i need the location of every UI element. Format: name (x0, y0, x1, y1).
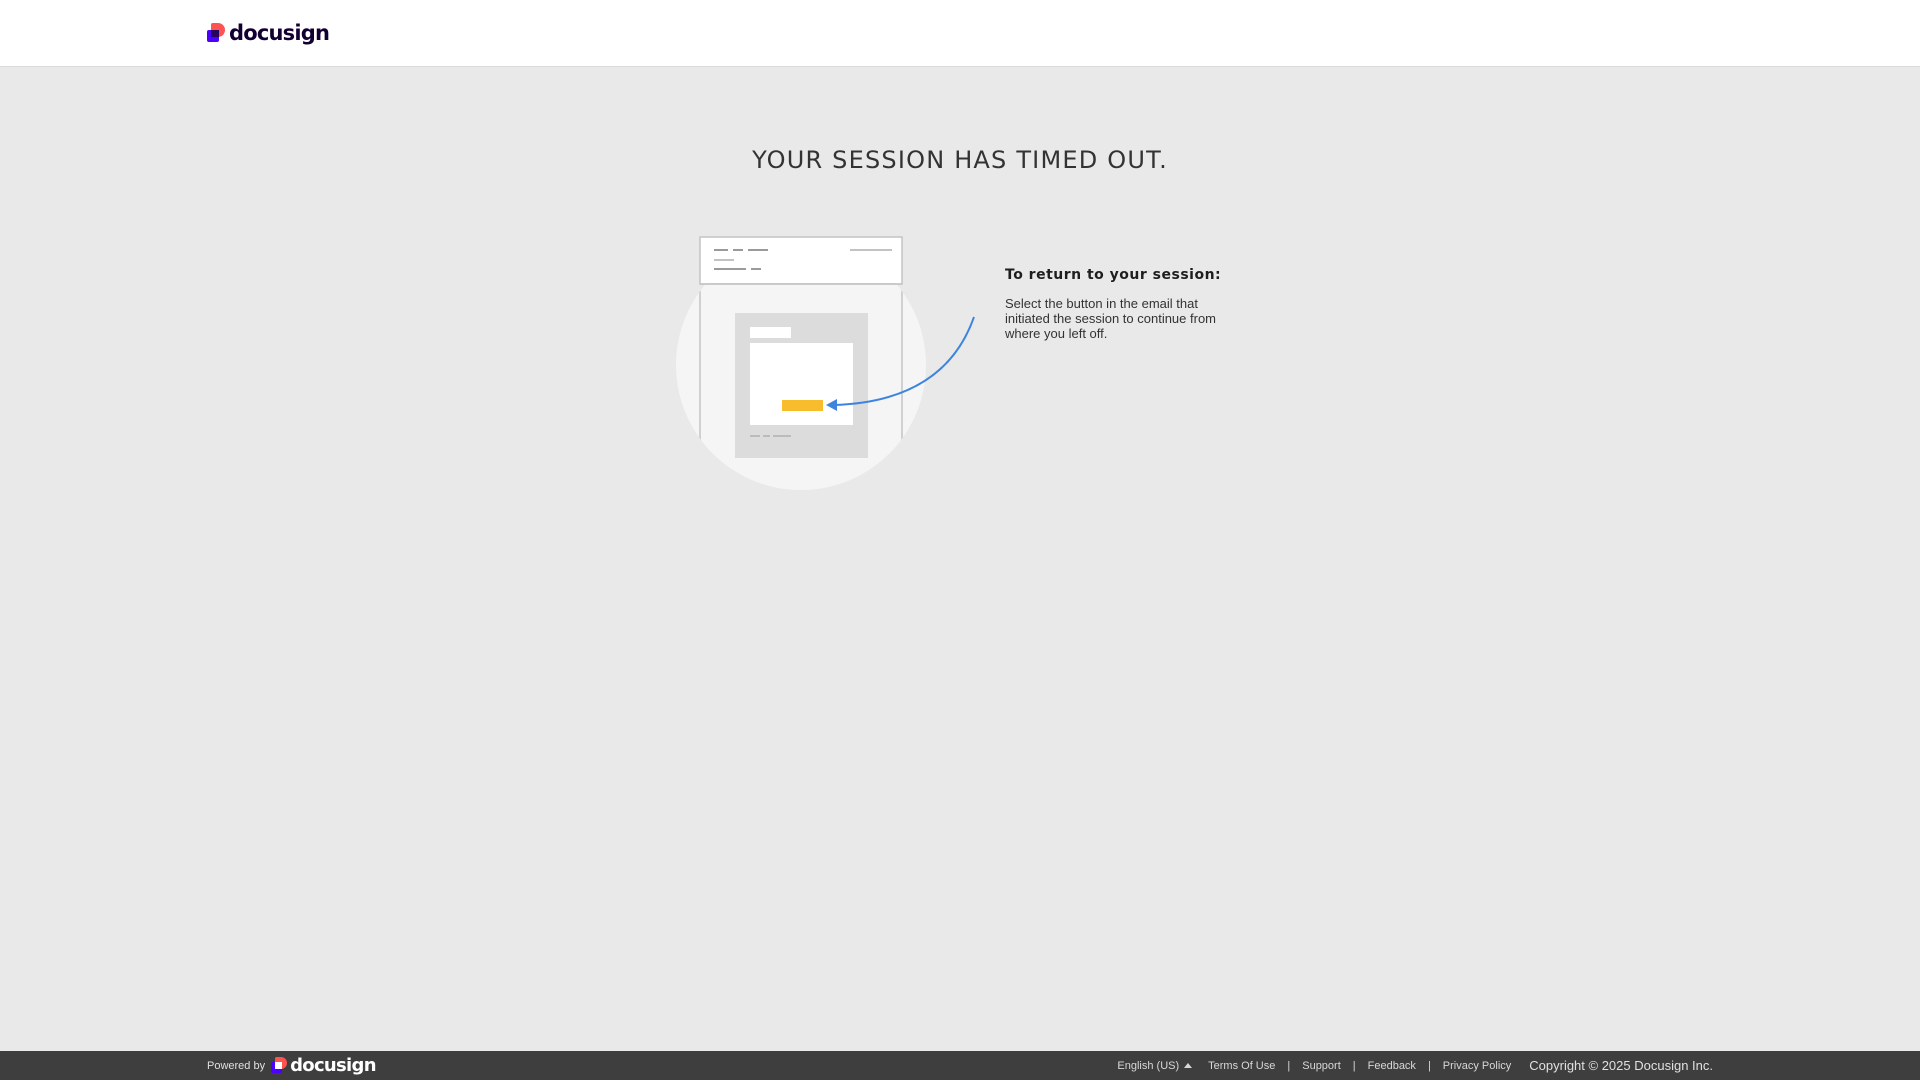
instructions-heading: To return to your session: (1005, 267, 1222, 283)
separator: | (1287, 1059, 1291, 1072)
powered-by-label: Powered by (207, 1059, 266, 1072)
header: docusign (0, 0, 1920, 67)
email-button-highlight (782, 400, 823, 411)
separator: | (1427, 1059, 1431, 1072)
instructions: To return to your session: Select the bu… (1005, 267, 1235, 341)
language-label: English (US) (1117, 1059, 1180, 1072)
privacy-policy-link[interactable]: Privacy Policy (1443, 1060, 1511, 1072)
email-button-illustration (676, 236, 975, 490)
docusign-logo-icon (271, 1057, 288, 1074)
caret-up-icon (1184, 1063, 1193, 1068)
logo-text: docusign (229, 21, 330, 45)
terms-of-use-link[interactable]: Terms Of Use (1208, 1060, 1275, 1072)
separator: | (1352, 1059, 1356, 1072)
footer: Powered by docusign English (US) Terms O… (0, 1051, 1920, 1080)
feedback-link[interactable]: Feedback (1368, 1060, 1416, 1072)
footer-logo-text: docusign (290, 1055, 376, 1076)
language-selector[interactable]: English (US) (1117, 1059, 1193, 1072)
footer-links: English (US) Terms Of Use | Support | Fe… (1117, 1051, 1713, 1080)
support-link[interactable]: Support (1302, 1060, 1341, 1072)
instructions-body: Select the button in the email that init… (1005, 296, 1217, 341)
docusign-logo[interactable]: docusign (207, 20, 330, 46)
powered-by: Powered by docusign (207, 1051, 377, 1080)
page-title: YOUR SESSION HAS TIMED OUT. (752, 146, 1168, 174)
docusign-logo-icon (207, 23, 225, 43)
copyright: Copyright © 2025 Docusign Inc. (1529, 1058, 1713, 1073)
